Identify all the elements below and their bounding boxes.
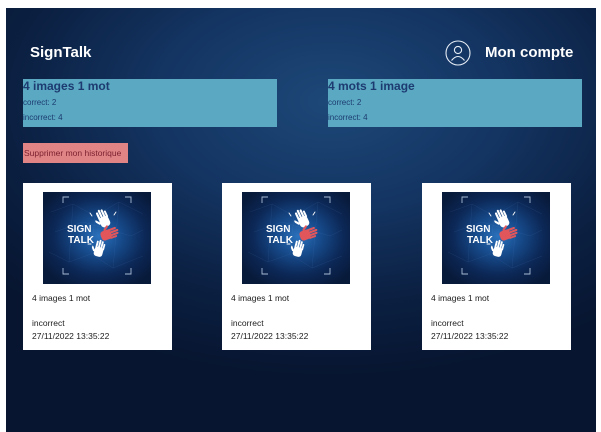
history-game: 4 images 1 mot	[32, 293, 91, 303]
history-game: 4 images 1 mot	[431, 293, 490, 303]
logo-text-sign: SIGN	[67, 224, 91, 235]
logo-background	[442, 192, 550, 284]
app-title[interactable]: SignTalk	[30, 44, 91, 62]
signtalk-logo: SIGN TALK	[242, 192, 350, 284]
clear-history-button[interactable]: Supprimer mon historique	[23, 143, 128, 163]
history-date: 27/11/2022 13:35:22	[431, 331, 509, 341]
history-date: 27/11/2022 13:35:22	[231, 331, 309, 341]
stats-panel-four-words-one-image: 4 mots 1 image correct: 2 incorrect: 4	[328, 79, 582, 127]
history-result: incorrect	[32, 318, 65, 328]
logo-background	[43, 192, 151, 284]
signtalk-logo: SIGN TALK	[442, 192, 550, 284]
account-button[interactable]: Mon compte	[445, 40, 573, 66]
history-game: 4 images 1 mot	[231, 293, 290, 303]
history-card[interactable]: SIGN TALK 4 images 1 mot incorrect 27/11…	[422, 183, 571, 350]
stats-correct: correct: 2	[328, 98, 362, 107]
page: SignTalk Mon compte 4 images 1 mot corre…	[0, 0, 601, 432]
stats-title: 4 images 1 mot	[23, 79, 110, 93]
user-circle-icon	[445, 40, 471, 66]
account-label: Mon compte	[485, 44, 574, 61]
stats-panel-four-images-one-word: 4 images 1 mot correct: 2 incorrect: 4	[23, 79, 277, 127]
signtalk-logo: SIGN TALK	[43, 192, 151, 284]
history-result: incorrect	[431, 318, 464, 328]
stats-title: 4 mots 1 image	[328, 79, 415, 93]
logo-text-sign: SIGN	[466, 224, 490, 235]
history-card[interactable]: SIGN TALK 4 images 1 mot incorrect 27/11…	[23, 183, 172, 350]
history-card[interactable]: SIGN TALK 4 images 1 mot incorrect 27/11…	[222, 183, 371, 350]
stats-incorrect: incorrect: 4	[328, 113, 368, 122]
logo-background	[242, 192, 350, 284]
stats-incorrect: incorrect: 4	[23, 113, 63, 122]
logo-text-sign: SIGN	[266, 224, 290, 235]
history-date: 27/11/2022 13:35:22	[32, 331, 110, 341]
stats-correct: correct: 2	[23, 98, 57, 107]
history-result: incorrect	[231, 318, 264, 328]
